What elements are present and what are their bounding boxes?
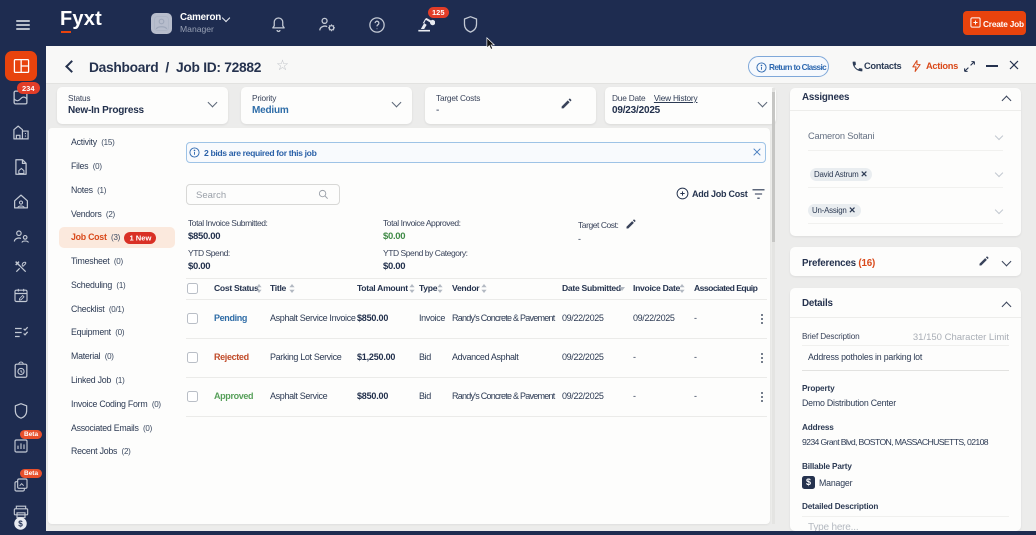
svg-text:$: $ bbox=[18, 520, 23, 529]
